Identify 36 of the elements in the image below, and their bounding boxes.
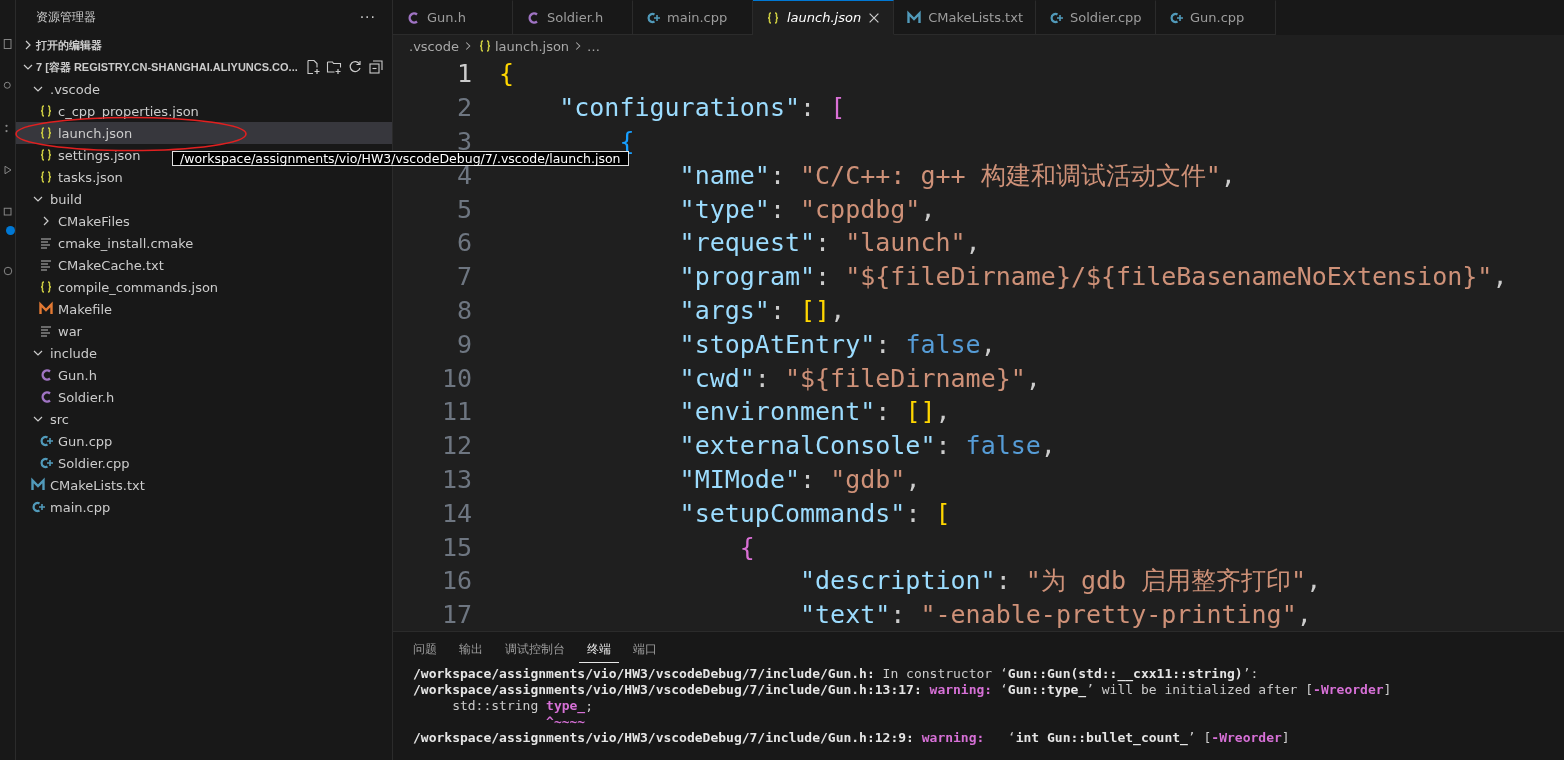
code-line: "type": "cppdbg",: [678, 194, 936, 224]
terminal-line: ^~~~~: [545, 714, 587, 730]
line-number: 17: [440, 600, 473, 630]
code-line: "setupCommands": [: [678, 498, 951, 528]
terminal-line: /workspace/assignments/vio/HW3/vscodeDebug/7/include/Gun.h:13:17: warning: ‘Gun::type_’ will be initialized after [-Wreorder]: [413, 682, 1393, 698]
line-number: 15: [440, 532, 473, 562]
code-line: "request": "launch",: [678, 228, 981, 258]
line-number: 1: [455, 59, 473, 89]
code-line: "externalConsole": false,: [678, 431, 1056, 461]
line-number: 12: [440, 431, 473, 461]
line-number: 11: [440, 397, 473, 427]
code-line: "stopAtEntry": false,: [678, 329, 996, 359]
line-number: 9: [455, 329, 473, 359]
line-number: 16: [440, 566, 473, 596]
line-number: 13: [440, 464, 473, 494]
code-line: "text": "-enable-pretty-printing",: [799, 600, 1312, 630]
line-number: 7: [455, 262, 473, 292]
code-line: {: [499, 59, 515, 89]
code-line: "cwd": "${fileDirname}",: [678, 363, 1041, 393]
terminal-line: /workspace/assignments/vio/HW3/vscodeDebug/7/include/Gun.h:12:9: warning: ‘int Gun::bullet_count_’ [-Wreorder]: [413, 730, 1291, 746]
code-line: "configurations": [: [558, 93, 846, 123]
line-number: 6: [455, 228, 473, 258]
code-line: "args": [],: [678, 295, 846, 325]
line-number: 5: [455, 194, 473, 224]
explorer-title: 资源管理器: [36, 8, 96, 26]
code-line: "description": "为 gdb 启用整齐打印",: [799, 565, 1322, 598]
code-line: "program": "${fileDirname}/${fileBasenameNoExtension}",: [678, 262, 1508, 292]
terminal-line: /workspace/assignments/vio/HW3/vscodeDebug/7/include/Gun.h: In constructor ‘Gun::Gun(std::__cxx11::string)’:: [413, 666, 1260, 682]
terminal-line: std::string type_;: [451, 698, 595, 714]
code-line: {: [738, 532, 755, 562]
line-number: 2: [455, 93, 473, 123]
code-line: "MIMode": "gdb",: [678, 464, 921, 494]
line-number: 14: [440, 498, 473, 528]
line-number: 8: [455, 295, 473, 325]
line-number: 10: [440, 363, 473, 393]
code-line: "environment": [],: [678, 397, 951, 427]
